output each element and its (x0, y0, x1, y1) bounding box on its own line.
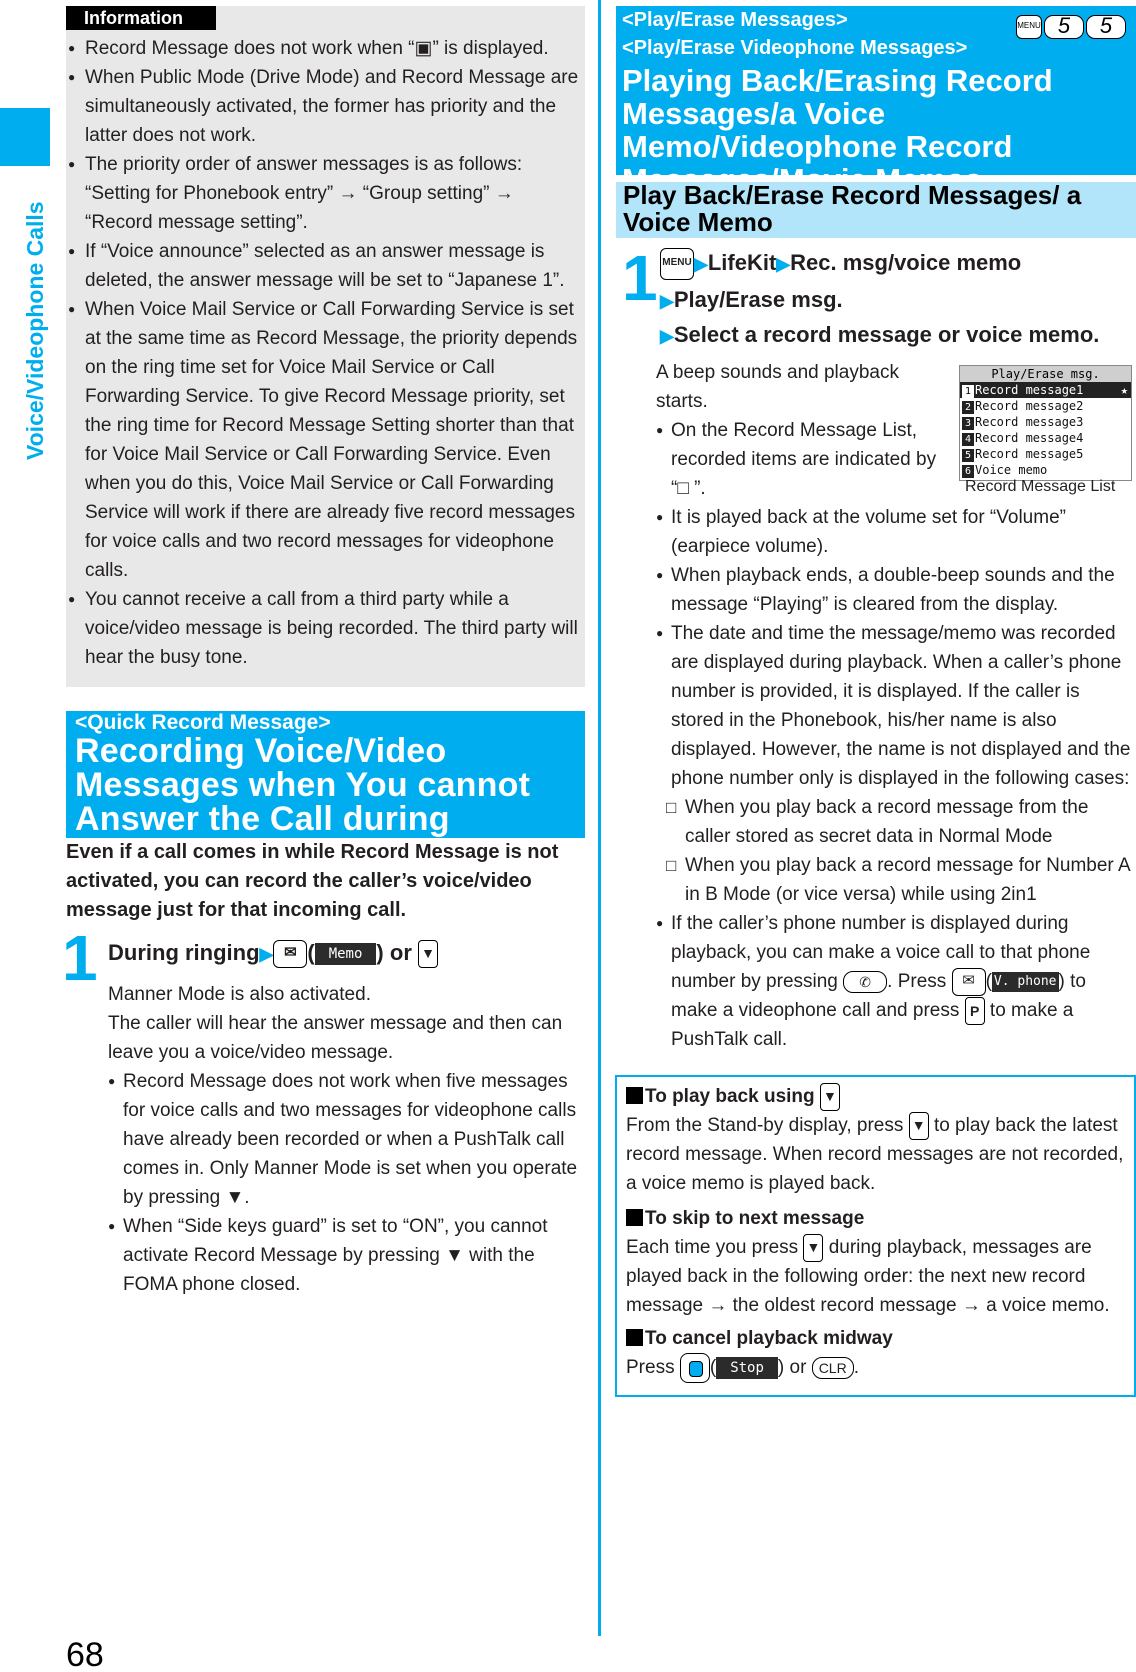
info-item: You cannot receive a call from a third p… (66, 585, 585, 672)
path-play-erase: Play/Erase msg. (673, 287, 843, 312)
tips-box: To play back using ▼ From the Stand-by d… (615, 1075, 1136, 1397)
info-item: When Public Mode (Drive Mode) and Record… (66, 63, 585, 150)
pushtalk-key-icon: P (964, 996, 985, 1025)
step-bullet: It is played back at the volume set for … (656, 503, 1136, 561)
step-path-line-1: MENU ▶LifeKit▶Rec. msg/voice memo (660, 248, 1022, 281)
step-number: 1 (622, 242, 658, 314)
arrow-icon: ▶ (776, 254, 791, 274)
information-list: Record Message does not work when “▣” is… (66, 34, 585, 672)
step-bullet: Record Message does not work when five m… (108, 1067, 585, 1212)
step-instruction: During ringing▶ ✉(Memo) or ▼ (108, 938, 438, 969)
step-bullet: If the caller’s phone number is displaye… (656, 909, 1136, 1054)
step-bullet: When playback ends, a double-beep sounds… (656, 561, 1136, 619)
center-key-icon (679, 1353, 710, 1383)
play-erase-header: <Play/Erase Messages> <Play/Erase Videop… (616, 6, 1136, 196)
step-sub-item: When you play back a record message for … (656, 851, 1136, 909)
step-path-line-3: ▶Select a record message or voice memo. (660, 320, 1099, 351)
arrow-icon: ▶ (694, 254, 708, 274)
step-para: The caller will hear the answer message … (108, 1013, 563, 1063)
screen-caption: Record Message List (965, 478, 1116, 495)
chapter-tab (0, 108, 50, 166)
step-body: Manner Mode is also activated. The calle… (108, 980, 585, 1299)
down-key-icon: ▼ (819, 1082, 840, 1111)
star-icon: ★ (1120, 383, 1128, 397)
step-bullet: The date and time the message/memo was r… (656, 619, 1136, 793)
arrow-icon: ▶ (259, 944, 274, 964)
tip-text: Press (Stop) or CLR. (626, 1353, 1125, 1383)
info-item: If “Voice announce” selected as an answe… (66, 237, 585, 295)
tip-text: Each time you press ▼ during playback, m… (626, 1233, 1125, 1320)
step-path-line-2: ▶Play/Erase msg. (660, 285, 843, 316)
tip-heading: To play back using ▼ (626, 1082, 1125, 1111)
step-para: A beep sounds and playback starts. (656, 362, 899, 412)
menu-key-icon: MENU (1016, 15, 1042, 39)
softkey-vphone: V. phone (991, 971, 1059, 992)
screen-row[interactable]: 5 Record message5 (960, 446, 1131, 462)
quick-record-header: <Quick Record Message> Recording Voice/V… (66, 711, 585, 870)
square-icon (626, 1329, 643, 1346)
call-key-icon: ✆ (843, 970, 888, 993)
tip-text: From the Stand-by display, press ▼ to pl… (626, 1111, 1125, 1198)
down-key-icon: ▼ (908, 1111, 929, 1140)
tip-heading: To skip to next message (626, 1204, 1125, 1233)
page-number: 68 (66, 1636, 104, 1672)
play-erase-subhead: Play Back/Erase Record Messages/ a Voice… (616, 182, 1136, 238)
info-item: When Voice Mail Service or Call Forwardi… (66, 295, 585, 585)
path-lifekit: LifeKit (707, 250, 777, 275)
screen-row[interactable]: 4 Record message4 (960, 430, 1131, 446)
step-bullets: It is played back at the volume set for … (656, 503, 1136, 1054)
screen-row[interactable]: 1 Record message1 ★ (960, 382, 1131, 398)
tip-heading: To cancel playback midway (626, 1324, 1125, 1353)
menu-shortcut: MENU 5 5 (1016, 15, 1126, 39)
step-bullet: When “Side keys guard” is set to “ON”, y… (108, 1212, 585, 1299)
number-key-5: 5 (1086, 15, 1126, 39)
down-key-icon: ▼ (418, 940, 438, 969)
screen-row[interactable]: 6 Voice memo (960, 462, 1131, 478)
step-intro: A beep sounds and playback starts. On th… (656, 358, 946, 503)
clr-key-icon: CLR (811, 1357, 854, 1379)
or-text: or (389, 940, 412, 965)
step-sub-item: When you play back a record message from… (656, 793, 1136, 851)
softkey-stop: Stop (716, 1357, 778, 1379)
column-divider (598, 0, 601, 1636)
path-select: Select a record message or voice memo. (673, 322, 1100, 347)
menu-key-icon: MENU (660, 248, 694, 281)
step-number: 1 (62, 922, 98, 994)
down-key-icon: ▼ (803, 1233, 824, 1262)
screen-title: Play/Erase msg. (960, 366, 1131, 382)
info-item: Record Message does not work when “▣” is… (66, 34, 585, 63)
screen-row[interactable]: 3 Record message3 (960, 414, 1131, 430)
arrow-icon: ▶ (660, 291, 674, 311)
chapter-label: Voice/Videophone Calls (22, 201, 48, 460)
mail-key-icon: ✉ (951, 967, 986, 996)
section-title: Playing Back/Erasing Record Messages/a V… (622, 63, 1053, 197)
step-label: During ringing (108, 940, 260, 965)
number-key-5: 5 (1044, 15, 1084, 39)
information-tag: Information (66, 6, 216, 30)
softkey-memo: Memo (314, 943, 377, 966)
square-icon (626, 1087, 643, 1104)
info-item: The priority order of answer messages is… (66, 150, 585, 237)
arrow-icon: ▶ (660, 326, 674, 346)
screen-row[interactable]: 2 Record message2 (960, 398, 1131, 414)
section-tag: <Quick Record Message> (75, 711, 331, 734)
path-rec-msg: Rec. msg/voice memo (790, 250, 1022, 275)
step-para: Manner Mode is also activated. (108, 984, 371, 1005)
mail-key-icon: ✉ (273, 940, 308, 969)
information-box: Information Record Message does not work… (66, 6, 585, 687)
square-icon (626, 1209, 643, 1226)
record-message-list-screen: Play/Erase msg. 1 Record message1 ★ 2 Recor… (959, 365, 1132, 481)
section-lead: Even if a call comes in while Record Mes… (66, 841, 559, 921)
step-bullet: On the Record Message List, recorded ite… (656, 416, 946, 503)
